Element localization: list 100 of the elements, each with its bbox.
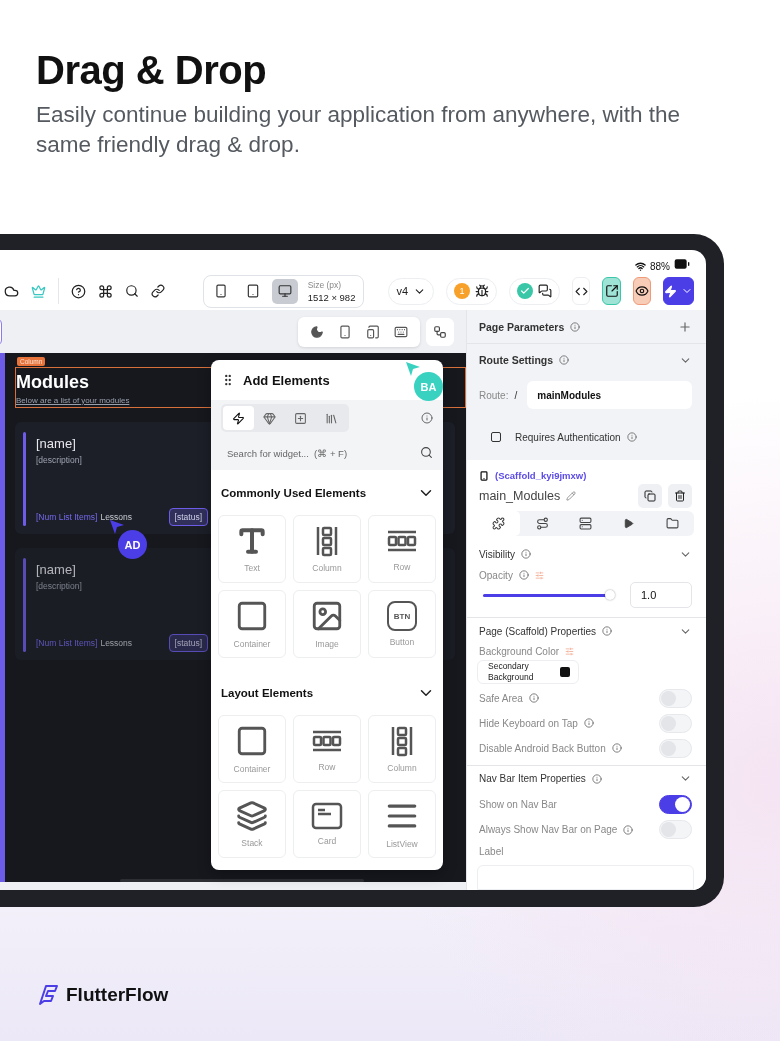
- toggle-switch[interactable]: [659, 795, 692, 815]
- library-icon: [325, 411, 338, 425]
- info-icon[interactable]: [421, 412, 433, 424]
- module-name: [name]: [36, 562, 76, 577]
- setting-label: Safe Area: [479, 692, 523, 704]
- widget-tile[interactable]: ListView: [368, 790, 436, 858]
- flutterflow-logo-icon: [36, 983, 60, 1007]
- checkbox[interactable]: [491, 432, 501, 442]
- cloud-icon[interactable]: [4, 283, 19, 299]
- page-name: main_Modules: [479, 489, 561, 504]
- widget-tile[interactable]: Stack: [218, 790, 286, 858]
- widget-id: (Scaffold_kyi9jmxw): [495, 470, 587, 482]
- keyboard-icon[interactable]: [394, 324, 408, 339]
- export-icon: [604, 284, 619, 298]
- widget-tile[interactable]: BTN Button: [368, 590, 436, 658]
- widget-tile[interactable]: Image: [293, 590, 361, 658]
- help-icon[interactable]: [70, 283, 86, 299]
- modules-subtitle: Below are a list of your modules: [16, 396, 130, 405]
- battery-percent: 88%: [650, 261, 670, 272]
- lessons-label: Lessons: [100, 638, 133, 648]
- info-icon: [591, 773, 602, 784]
- lesson-count: [Num List Items]: [36, 512, 98, 522]
- run-button[interactable]: [663, 277, 694, 305]
- moon-icon[interactable]: [310, 324, 324, 339]
- command-icon[interactable]: [97, 283, 113, 299]
- monitor-icon: [277, 284, 292, 298]
- export-button[interactable]: [602, 277, 621, 305]
- module-name: [name]: [36, 436, 76, 451]
- device-button[interactable]: [271, 278, 298, 304]
- puzzle-icon: [492, 517, 506, 531]
- flutter-icon: [232, 411, 245, 425]
- component-icon: [294, 411, 307, 425]
- text-icon: [236, 525, 268, 557]
- phone-icon[interactable]: [338, 324, 352, 339]
- widget-tile[interactable]: Column: [368, 715, 436, 783]
- version-dropdown[interactable]: v4: [388, 277, 435, 305]
- link-icon[interactable]: [150, 284, 165, 298]
- label-input-field[interactable]: [477, 865, 694, 890]
- modules-title: Modules: [16, 372, 89, 393]
- widget-tile[interactable]: Card: [293, 790, 361, 858]
- workflow-icon: [433, 324, 447, 339]
- tree-settings-button[interactable]: [426, 317, 454, 346]
- color-picker-field[interactable]: Secondary Background: [477, 659, 579, 684]
- phone-icon: [479, 470, 489, 481]
- status-tag: [status]: [168, 634, 208, 652]
- button-widget-icon: BTN: [387, 601, 417, 631]
- folder-icon: [665, 517, 679, 531]
- gem-icon: [263, 411, 276, 425]
- setting-label: Always Show Nav Bar on Page: [479, 824, 618, 835]
- brand-name: FlutterFlow: [66, 984, 169, 1006]
- preview-button[interactable]: [632, 277, 651, 305]
- section-title: Nav Bar Item Properties: [479, 773, 586, 785]
- section-title: Commonly Used Elements: [221, 487, 367, 499]
- checkbox-label: Requires Authentication: [515, 431, 621, 443]
- battery-icon: [674, 256, 690, 272]
- square-icon: [235, 599, 269, 633]
- section-title: Layout Elements: [221, 687, 314, 699]
- setting-label: Disable Android Back Button: [479, 742, 606, 754]
- issues-button[interactable]: 1: [446, 277, 498, 305]
- setting-label: Hide Keyboard on Tap: [479, 717, 578, 729]
- info-icon: [626, 432, 637, 442]
- eye-icon: [634, 284, 649, 298]
- comments-button[interactable]: [509, 277, 561, 305]
- widget-tile[interactable]: Row: [368, 515, 436, 583]
- section-title: Page (Scaffold) Properties: [479, 625, 597, 637]
- widget-tile[interactable]: Text: [218, 515, 286, 583]
- status-tag: [status]: [168, 508, 208, 526]
- panel-title: Add Elements: [243, 372, 330, 388]
- setting-label: Show on Nav Bar: [479, 799, 557, 811]
- server-icon: [579, 517, 592, 531]
- delete-button[interactable]: [668, 484, 692, 509]
- lessons-label: Lessons: [100, 512, 133, 522]
- panel-tab[interactable]: [223, 406, 254, 430]
- trash-icon: [674, 490, 686, 503]
- widget-tile[interactable]: Row: [293, 715, 361, 783]
- page-title: Drag & Drop: [36, 47, 268, 94]
- code-button[interactable]: [572, 277, 591, 305]
- widget-tile[interactable]: Container: [218, 590, 286, 658]
- square-icon: [235, 724, 269, 758]
- route-label: Route:: [479, 389, 509, 401]
- search-icon[interactable]: [124, 284, 139, 298]
- phone-icon: [213, 284, 228, 298]
- tablet-icon[interactable]: [366, 324, 380, 339]
- route-field[interactable]: mainModules: [527, 381, 692, 409]
- widget-search-field[interactable]: Search for widget... (⌘ + F): [211, 436, 443, 470]
- opacity-slider[interactable]: [483, 593, 614, 597]
- module-description: [description]: [36, 455, 82, 465]
- section-title: Route Settings: [479, 354, 554, 366]
- size-value: 1512 × 982: [307, 291, 356, 303]
- lightning-icon: [664, 284, 677, 298]
- issue-count: 1: [454, 283, 471, 299]
- check-icon: [520, 286, 531, 296]
- widget-tile[interactable]: Column: [293, 515, 361, 583]
- opacity-field[interactable]: 1.0: [630, 582, 692, 609]
- card-icon: [311, 802, 343, 830]
- section-title: Visibility: [479, 548, 515, 560]
- widget-tile[interactable]: Container: [218, 715, 286, 783]
- size-label: Size (px): [307, 279, 343, 290]
- info-icon: [518, 570, 529, 581]
- sliders-icon: [565, 646, 575, 656]
